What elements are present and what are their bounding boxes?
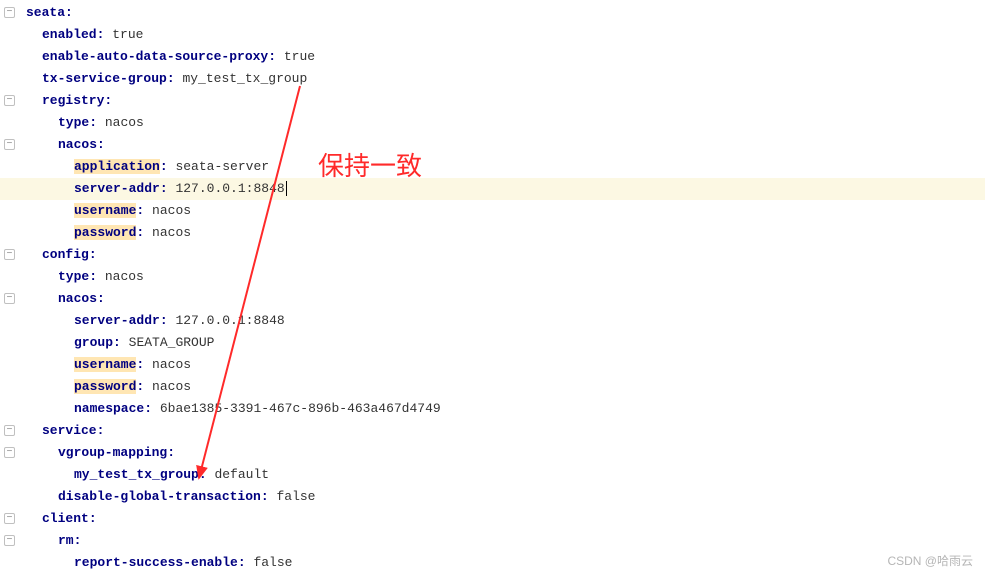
code-line[interactable]: server-addr: 127.0.0.1:8848: [0, 310, 985, 332]
yaml-value: 127.0.0.1:8848: [175, 313, 284, 328]
yaml-value: nacos: [152, 357, 191, 372]
yaml-key: report-success-enable: [74, 555, 238, 570]
yaml-key: server-addr: [74, 181, 160, 196]
yaml-key: password: [74, 379, 136, 394]
code-line[interactable]: tx-service-group: my_test_tx_group: [0, 68, 985, 90]
code-line[interactable]: application: seata-server: [0, 156, 985, 178]
code-line[interactable]: report-success-enable: false: [0, 552, 985, 574]
yaml-colon: :: [89, 511, 97, 526]
yaml-value: nacos: [152, 225, 191, 240]
code-line[interactable]: my_test_tx_group: default: [0, 464, 985, 486]
code-line[interactable]: config:: [0, 244, 985, 266]
code-line[interactable]: group: SEATA_GROUP: [0, 332, 985, 354]
yaml-colon: :: [238, 555, 246, 570]
yaml-key: seata: [26, 5, 65, 20]
yaml-colon: :: [97, 291, 105, 306]
code-line[interactable]: server-addr: 127.0.0.1:8848: [0, 178, 985, 200]
yaml-value: true: [112, 27, 143, 42]
code-editor[interactable]: seata:enabled: trueenable-auto-data-sour…: [0, 0, 985, 574]
yaml-key: tx-service-group: [42, 71, 167, 86]
code-line[interactable]: password: nacos: [0, 376, 985, 398]
yaml-value: nacos: [105, 115, 144, 130]
yaml-key: config: [42, 247, 89, 262]
code-line[interactable]: vgroup-mapping:: [0, 442, 985, 464]
yaml-key: group: [74, 335, 113, 350]
yaml-colon: :: [89, 269, 97, 284]
code-line[interactable]: username: nacos: [0, 354, 985, 376]
yaml-value: default: [214, 467, 269, 482]
code-line[interactable]: enable-auto-data-source-proxy: true: [0, 46, 985, 68]
code-line[interactable]: client:: [0, 508, 985, 530]
yaml-key: nacos: [58, 291, 97, 306]
text-cursor: [286, 181, 287, 196]
yaml-colon: :: [167, 445, 175, 460]
yaml-key: enabled: [42, 27, 97, 42]
yaml-value: my_test_tx_group: [182, 71, 307, 86]
yaml-colon: :: [167, 71, 175, 86]
code-line[interactable]: seata:: [0, 2, 985, 24]
code-line[interactable]: type: nacos: [0, 112, 985, 134]
yaml-colon: :: [160, 313, 168, 328]
yaml-value: nacos: [105, 269, 144, 284]
yaml-colon: :: [97, 423, 105, 438]
yaml-colon: :: [268, 49, 276, 64]
code-line[interactable]: enabled: true: [0, 24, 985, 46]
yaml-key: username: [74, 357, 136, 372]
yaml-colon: :: [261, 489, 269, 504]
yaml-key: disable-global-transaction: [58, 489, 261, 504]
code-line[interactable]: rm:: [0, 530, 985, 552]
code-line[interactable]: namespace: 6bae1385-3391-467c-896b-463a4…: [0, 398, 985, 420]
code-line[interactable]: nacos:: [0, 134, 985, 156]
yaml-value: SEATA_GROUP: [129, 335, 215, 350]
yaml-key: server-addr: [74, 313, 160, 328]
yaml-value: 127.0.0.1:8848: [175, 181, 284, 196]
yaml-colon: :: [160, 159, 168, 174]
yaml-colon: :: [74, 533, 82, 548]
yaml-key: registry: [42, 93, 104, 108]
yaml-key: namespace: [74, 401, 144, 416]
yaml-value: nacos: [152, 203, 191, 218]
yaml-colon: :: [65, 5, 73, 20]
yaml-key: username: [74, 203, 136, 218]
code-line[interactable]: registry:: [0, 90, 985, 112]
yaml-key: type: [58, 269, 89, 284]
yaml-key: service: [42, 423, 97, 438]
yaml-value: false: [276, 489, 315, 504]
code-line[interactable]: service:: [0, 420, 985, 442]
yaml-value: nacos: [152, 379, 191, 394]
code-line[interactable]: type: nacos: [0, 266, 985, 288]
yaml-value: false: [253, 555, 292, 570]
yaml-colon: :: [199, 467, 207, 482]
yaml-value: true: [284, 49, 315, 64]
yaml-value: 6bae1385-3391-467c-896b-463a467d4749: [160, 401, 441, 416]
yaml-colon: :: [113, 335, 121, 350]
yaml-key: nacos: [58, 137, 97, 152]
yaml-key: my_test_tx_group: [74, 467, 199, 482]
yaml-colon: :: [89, 247, 97, 262]
yaml-key: vgroup-mapping: [58, 445, 167, 460]
yaml-key: password: [74, 225, 136, 240]
yaml-key: enable-auto-data-source-proxy: [42, 49, 268, 64]
yaml-colon: :: [97, 137, 105, 152]
yaml-colon: :: [104, 93, 112, 108]
yaml-value: seata-server: [175, 159, 269, 174]
code-line[interactable]: username: nacos: [0, 200, 985, 222]
yaml-colon: :: [144, 401, 152, 416]
yaml-key: client: [42, 511, 89, 526]
yaml-key: rm: [58, 533, 74, 548]
code-line[interactable]: password: nacos: [0, 222, 985, 244]
code-line[interactable]: nacos:: [0, 288, 985, 310]
yaml-key: type: [58, 115, 89, 130]
yaml-colon: :: [89, 115, 97, 130]
yaml-key: application: [74, 159, 160, 174]
yaml-colon: :: [160, 181, 168, 196]
code-line[interactable]: disable-global-transaction: false: [0, 486, 985, 508]
